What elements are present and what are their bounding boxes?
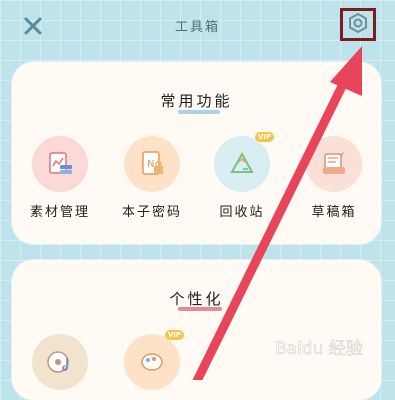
annotation-arrow: [192, 46, 362, 380]
